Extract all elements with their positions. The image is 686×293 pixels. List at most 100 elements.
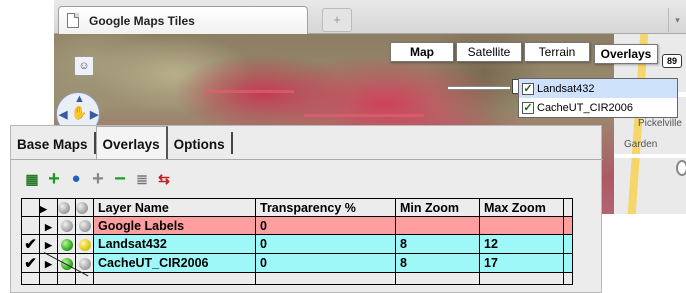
status-ball-icon	[58, 202, 70, 215]
tab-divider	[230, 132, 233, 154]
browser-tab-strip: Google Maps Tiles + ▾	[54, 0, 686, 34]
page-icon	[67, 13, 79, 28]
overlay-menu-item-cacheut[interactable]: ✓ CacheUT_CIR2006	[519, 98, 677, 117]
table-row[interactable]: ✔ ▶ CacheUT_CIR2006 0 8 17	[21, 253, 573, 273]
checkmark-icon: ✔	[24, 236, 37, 253]
cell-layer-name[interactable]: CacheUT_CIR2006	[93, 253, 256, 273]
cell-min-zoom[interactable]	[395, 216, 480, 235]
cell-transparency[interactable]: 0	[255, 234, 396, 254]
cell-max-zoom[interactable]	[479, 216, 564, 235]
row-status-cell	[57, 234, 76, 254]
table-row[interactable]: ✔ ▶ Landsat432 0 8 12	[21, 234, 573, 254]
expand-icon[interactable]: ▶	[45, 222, 52, 232]
new-tab-button[interactable]: +	[322, 8, 352, 32]
cell-max-zoom[interactable]: 17	[479, 253, 564, 273]
cell-extra	[563, 234, 573, 254]
row-expand-cell[interactable]: ▶	[39, 253, 58, 273]
header-cell: ▶	[39, 198, 58, 217]
cell-transparency[interactable]: 0	[255, 253, 396, 273]
status-ball-icon	[78, 257, 91, 270]
expand-icon[interactable]: ▶	[40, 204, 47, 214]
map-marker-icon	[676, 160, 686, 176]
map-field-stripe	[204, 90, 294, 93]
column-header-min-zoom[interactable]: Min Zoom	[395, 198, 480, 217]
row-checkbox[interactable]	[21, 216, 40, 235]
column-header-layer-name[interactable]: Layer Name	[93, 198, 256, 217]
tab-base-maps[interactable]: Base Maps	[11, 126, 94, 160]
pan-left-icon[interactable]: ◀	[59, 108, 67, 121]
tab-list-dropdown-icon[interactable]: ▾	[668, 8, 686, 32]
checkbox-checked-icon[interactable]: ✓	[522, 101, 534, 114]
column-header-max-zoom[interactable]: Max Zoom	[479, 198, 564, 217]
empty-cell	[479, 272, 564, 285]
tab-options[interactable]: Options	[168, 126, 231, 160]
checkmark-icon: ✔	[24, 255, 37, 272]
overlay-menu-item-landsat432[interactable]: ✓ Landsat432	[519, 79, 677, 98]
status-ball-yellow-icon	[78, 238, 91, 251]
pegman-icon[interactable]: ☺	[74, 56, 94, 76]
overlay-menu-label: Landsat432	[537, 82, 595, 95]
overlay-menu-label: CacheUT_CIR2006	[537, 101, 633, 114]
empty-cell	[563, 272, 573, 285]
header-cell	[75, 198, 94, 217]
row-checkbox[interactable]: ✔	[21, 253, 40, 273]
overlays-button[interactable]: Overlays	[594, 44, 658, 64]
globe-icon[interactable]: ●	[67, 170, 85, 188]
status-ball-green-icon	[60, 238, 73, 251]
remove-icon[interactable]: −	[111, 169, 129, 189]
browser-tab-title: Google Maps Tiles	[89, 13, 195, 28]
cell-layer-name[interactable]: Google Labels	[93, 216, 256, 235]
header-cell	[563, 198, 573, 217]
row-expand-cell[interactable]: ▶	[39, 234, 58, 254]
empty-cell	[255, 272, 396, 285]
place-label-pickleville: Pickelville	[638, 118, 682, 129]
cell-layer-name[interactable]: Landsat432	[93, 234, 256, 254]
row-status-cell	[57, 216, 76, 235]
table-row[interactable]: ▶ Google Labels 0	[21, 216, 573, 235]
layer-manager-panel: Base Maps Overlays Options ▦ + ● + − ≣ ⇆…	[10, 125, 603, 293]
pan-up-icon[interactable]: ▲	[74, 93, 85, 105]
table-row	[21, 272, 573, 285]
browser-tab[interactable]: Google Maps Tiles	[58, 6, 308, 34]
expand-icon[interactable]: ▶	[45, 259, 52, 269]
place-label-garden: Garden	[624, 139, 658, 150]
column-header-transparency[interactable]: Transparency %	[255, 198, 396, 217]
map-type-map-button[interactable]: Map	[390, 42, 454, 62]
pan-right-icon[interactable]: ▶	[90, 108, 98, 121]
layers-table: ▶ Layer Name Transparency % Min Zoom Max…	[21, 198, 573, 285]
row-status-cell	[75, 216, 94, 235]
map-type-satellite-button[interactable]: Satellite	[456, 42, 522, 62]
header-cell	[57, 198, 76, 217]
cell-min-zoom[interactable]: 8	[395, 253, 480, 273]
row-expand-cell[interactable]: ▶	[39, 216, 58, 235]
transparency-slider-track[interactable]	[448, 86, 510, 90]
pan-hand-icon: ✋	[71, 105, 88, 120]
row-status-cell	[75, 234, 94, 254]
overlays-menu: ✓ Landsat432 ✓ CacheUT_CIR2006	[518, 78, 678, 118]
empty-cell	[39, 272, 58, 285]
add-icon[interactable]: +	[45, 169, 63, 189]
add-layer-icon[interactable]: +	[89, 169, 107, 189]
empty-cell	[21, 272, 40, 285]
panel-tabs: Base Maps Overlays Options	[11, 126, 233, 160]
tab-overlays[interactable]: Overlays	[95, 126, 168, 160]
layer-stack-icon[interactable]: ≣	[133, 170, 151, 188]
empty-cell	[93, 272, 256, 285]
import-icon[interactable]: ⇆	[155, 170, 173, 188]
cell-extra	[563, 216, 573, 235]
cell-max-zoom[interactable]: 12	[479, 234, 564, 254]
cell-transparency[interactable]: 0	[255, 216, 396, 235]
cell-extra	[563, 253, 573, 273]
row-checkbox[interactable]: ✔	[21, 234, 40, 254]
map-type-terrain-button[interactable]: Terrain	[524, 42, 590, 62]
expand-icon[interactable]: ▶	[45, 240, 52, 250]
table-header-row: ▶ Layer Name Transparency % Min Zoom Max…	[21, 198, 573, 217]
status-ball-icon	[76, 202, 88, 215]
grid-icon[interactable]: ▦	[23, 170, 41, 188]
map-field-stripe	[304, 114, 424, 117]
checkbox-checked-icon[interactable]: ✓	[522, 82, 534, 95]
empty-cell	[395, 272, 480, 285]
status-ball-icon	[60, 220, 73, 233]
cell-min-zoom[interactable]: 8	[395, 234, 480, 254]
status-ball-icon	[78, 220, 91, 233]
